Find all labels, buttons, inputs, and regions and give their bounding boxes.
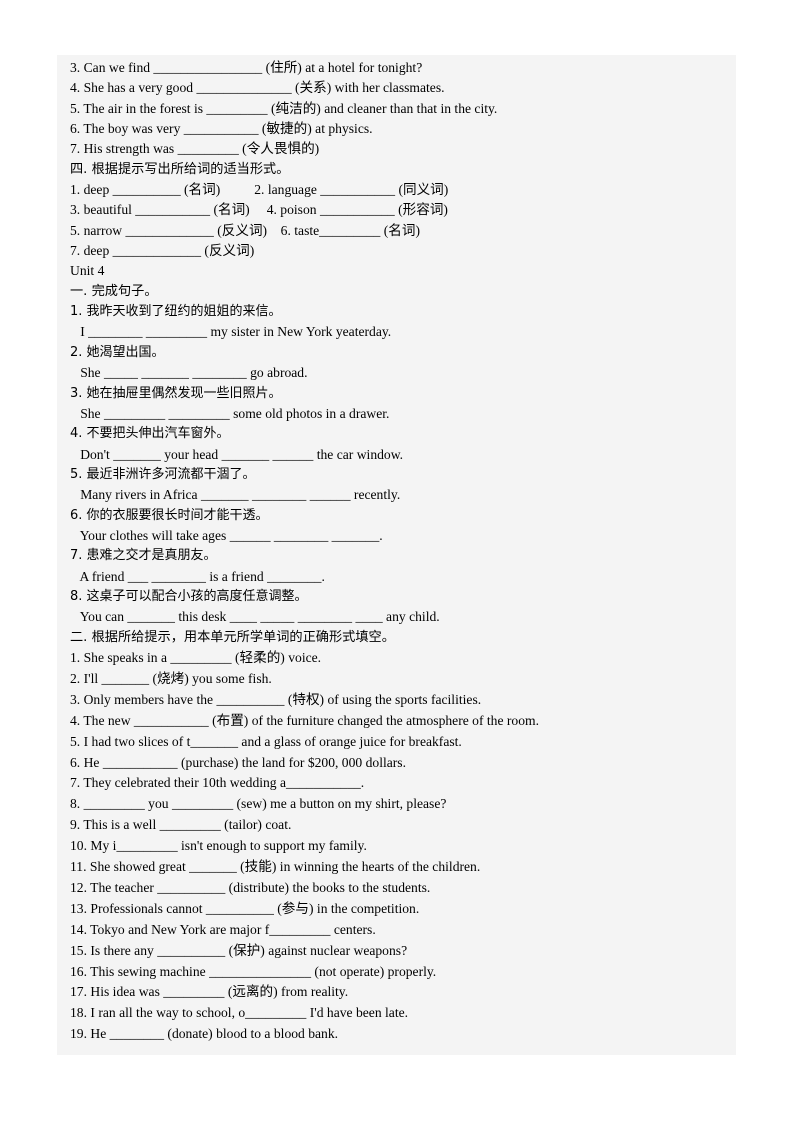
exercise-line-english: Your clothes will take ages ______ _____…	[70, 527, 383, 543]
exercise-line: 3. Can we find ________________ (住所) at …	[70, 60, 423, 75]
exercise-line: 7. deep _____________ (反义词)	[70, 243, 255, 259]
exercise-line-english: She _________ _________ some old photos …	[70, 405, 390, 421]
exercise-line-chinese: 2. 她渴望出国。	[70, 344, 165, 360]
exercise-line: 7. They celebrated their 10th wedding a_…	[70, 775, 365, 791]
exercise-line: 1. She speaks in a _________ (轻柔的) voice…	[70, 649, 322, 665]
exercise-line-chinese: 1. 我昨天收到了纽约的姐姐的来信。	[70, 304, 282, 320]
exercise-line: 6. The boy was very ___________ (敏捷的) at…	[70, 121, 373, 137]
exercise-line: 14. Tokyo and New York are major f______…	[70, 921, 376, 937]
unit-title: Unit 4	[70, 263, 105, 279]
exercise-line: 7. His strength was _________ (令人畏惧的)	[70, 141, 320, 157]
exercise-line: 16. This sewing machine _______________ …	[70, 963, 437, 979]
exercise-line: 17. His idea was _________ (远离的) from re…	[70, 984, 349, 1000]
worksheet-content-sheet: 3. Can we find ________________ (住所) at …	[57, 55, 736, 1055]
exercise-line-english: You can _______ this desk ____ _____ ___…	[70, 609, 440, 625]
exercise-line: 5. I had two slices of t_______ and a gl…	[70, 733, 462, 749]
exercise-line: 12. The teacher __________ (distribute) …	[70, 879, 431, 895]
exercise-line-english: Many rivers in Africa _______ ________ _…	[70, 487, 401, 503]
exercise-line-english: Don't _______ your head _______ ______ t…	[70, 446, 404, 462]
section-heading: 四. 根据提示写出所给词的适当形式。	[70, 161, 290, 177]
exercise-line-chinese: 6. 你的衣服要很长时间才能干透。	[70, 507, 269, 523]
exercise-line-chinese: 4. 不要把头伸出汽车窗外。	[70, 426, 230, 442]
exercise-line: 4. The new ___________ (布置) of the furni…	[70, 712, 539, 728]
exercise-line-english: She _____ _______ ________ go abroad.	[70, 365, 308, 381]
exercise-line-english: A friend ___ ________ is a friend ______…	[70, 568, 325, 584]
exercise-line: 3. Only members have the __________ (特权)…	[70, 691, 482, 707]
section-two-items: 1. She speaks in a _________ (轻柔的) voice…	[70, 648, 736, 1045]
section-heading: 二. 根据所给提示，用本单元所学单词的正确形式填空。	[70, 629, 395, 645]
exercise-line-chinese: 3. 她在抽屉里偶然发现一些旧照片。	[70, 385, 282, 401]
exercise-line: 11. She showed great _______ (技能) in win…	[70, 859, 481, 875]
exercise-line: 13. Professionals cannot __________ (参与)…	[70, 900, 420, 916]
exercise-line: 18. I ran all the way to school, o______…	[70, 1005, 409, 1021]
exercise-line: 6. He ___________ (purchase) the land fo…	[70, 754, 406, 770]
exercise-line: 3. beautiful ___________ (名词) 4. poison …	[70, 202, 448, 218]
exercise-line-chinese: 8. 这桌子可以配合小孩的高度任意调整。	[70, 588, 308, 604]
exercise-line: 2. I'll _______ (烧烤) you some fish.	[70, 670, 272, 686]
exercise-line-chinese: 5. 最近非洲许多河流都干涸了。	[70, 466, 256, 482]
exercise-line: 19. He ________ (donate) blood to a bloo…	[70, 1026, 339, 1042]
exercise-line: 5. The air in the forest is _________ (纯…	[70, 100, 498, 116]
exercise-line: 10. My i_________ isn't enough to suppor…	[70, 838, 367, 854]
exercise-line: 8. _________ you _________ (sew) me a bu…	[70, 796, 447, 812]
exercise-line: 1. deep __________ (名词) 2. language ____…	[70, 182, 449, 198]
exercise-line: 9. This is a well _________ (tailor) coa…	[70, 817, 292, 833]
exercise-line: 15. Is there any __________ (保护) against…	[70, 942, 408, 958]
page-canvas: 3. Can we find ________________ (住所) at …	[0, 0, 794, 1123]
exercise-line: 4. She has a very good ______________ (关…	[70, 80, 445, 96]
exercise-line-chinese: 7. 患难之交才是真朋友。	[70, 548, 217, 564]
exercise-line-english: I ________ _________ my sister in New Yo…	[70, 324, 392, 340]
exercise-line: 5. narrow _____________ (反义词) 6. taste__…	[70, 222, 420, 238]
section-heading: 一. 完成句子。	[70, 283, 158, 299]
